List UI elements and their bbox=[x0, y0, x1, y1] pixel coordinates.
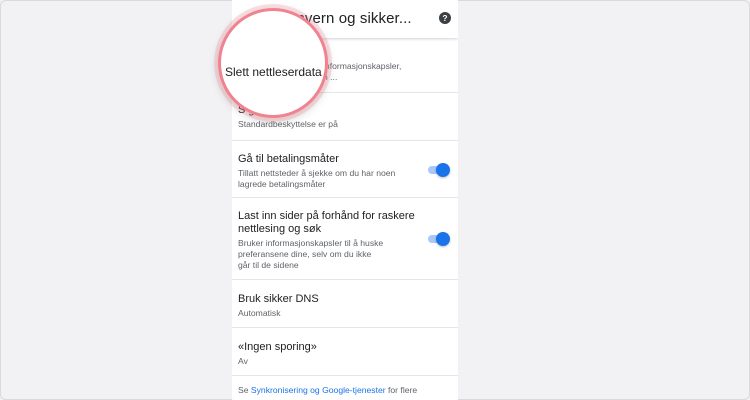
settings-row-do-not-track[interactable]: «Ingen sporing» Av bbox=[232, 328, 458, 376]
row-subtitle: preferansene dine, selv om du ikke bbox=[238, 249, 372, 259]
row-subtitle: går til de sidene bbox=[238, 260, 299, 270]
row-subtitle: Tillatt nettsteder å sjekke om du har no… bbox=[238, 168, 396, 178]
row-title: nettlesing og søk bbox=[238, 223, 322, 235]
help-circle-icon[interactable]: ? bbox=[439, 12, 451, 24]
payment-methods-toggle[interactable] bbox=[428, 163, 450, 177]
settings-row-payment-methods[interactable]: Gå til betalingsmåter Tillatt nettsteder… bbox=[232, 141, 458, 198]
svg-text:?: ? bbox=[442, 13, 447, 23]
row-title: Last inn sider på forhånd for raskere bbox=[238, 210, 415, 222]
row-subtitle: lagrede betalingsmåter bbox=[238, 179, 326, 189]
clear-browsing-data-label: Slett nettleserdata bbox=[225, 65, 322, 79]
row-title: Bruk sikker DNS bbox=[238, 293, 319, 305]
toggle-knob bbox=[436, 163, 450, 177]
sync-services-link[interactable]: Synkronisering og Google-tjenester bbox=[251, 385, 386, 395]
settings-row-preload-pages[interactable]: Last inn sider på forhånd for raskere ne… bbox=[232, 198, 458, 280]
magnifier-callout: Slett nettleserdata bbox=[218, 8, 328, 118]
row-subtitle: Bruker informasjonskapsler til å huske bbox=[238, 238, 384, 248]
footer-prefix: Se bbox=[238, 385, 251, 395]
row-subtitle: informasjonskapsler, bbox=[323, 61, 402, 71]
settings-row-secure-dns[interactable]: Bruk sikker DNS Automatisk bbox=[232, 280, 458, 328]
footer-note: Se Synkronisering og Google-tjenester fo… bbox=[238, 385, 417, 395]
row-title: Gå til betalingsmåter bbox=[238, 153, 339, 165]
footer-suffix: for flere bbox=[385, 385, 418, 395]
row-title: «Ingen sporing» bbox=[238, 341, 317, 353]
row-subtitle: Av bbox=[238, 356, 248, 366]
preload-pages-toggle[interactable] bbox=[428, 232, 450, 246]
toggle-knob bbox=[436, 232, 450, 246]
row-subtitle: Standardbeskyttelse er på bbox=[238, 119, 338, 129]
row-subtitle: Automatisk bbox=[238, 308, 281, 318]
